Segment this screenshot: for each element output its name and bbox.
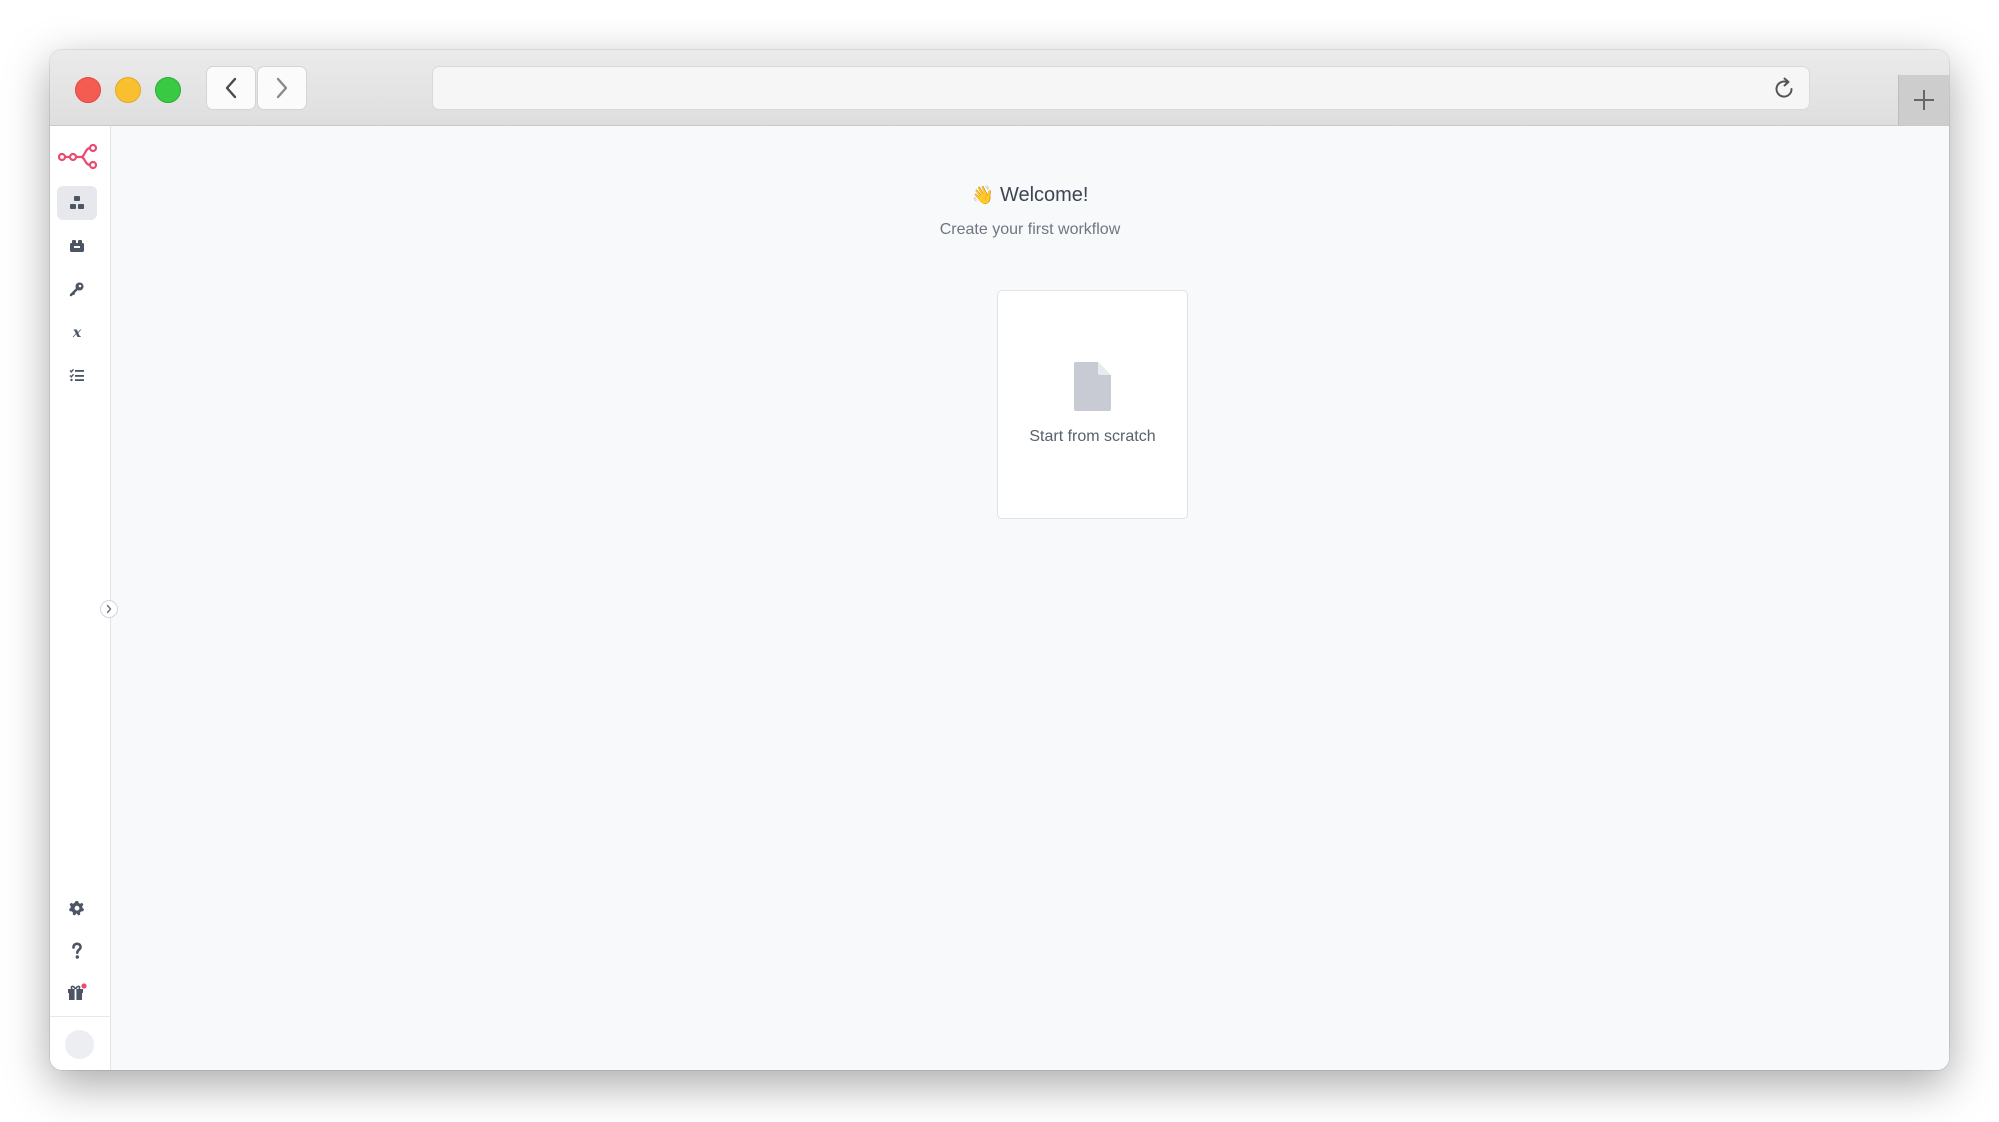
close-window-button[interactable]: [75, 77, 101, 103]
collapse-sidebar-button[interactable]: [100, 600, 118, 618]
avatar[interactable]: [65, 1030, 94, 1059]
forward-button[interactable]: [257, 66, 307, 110]
key-icon: [69, 282, 84, 297]
templates-icon: [70, 240, 84, 252]
svg-text:x: x: [72, 325, 82, 340]
start-from-scratch-label: Start from scratch: [1029, 428, 1156, 445]
sidebar-item-help[interactable]: [57, 934, 97, 968]
welcome-subtitle: Create your first workflow: [939, 221, 1121, 238]
list-check-icon: [69, 368, 84, 382]
chevron-right-icon: [276, 77, 288, 99]
sidebar-item-whats-new[interactable]: [57, 975, 97, 1009]
sidebar-divider: [50, 1016, 110, 1017]
gear-icon: [69, 901, 84, 916]
new-tab-button[interactable]: [1898, 75, 1949, 125]
browser-window: x 👋 Welcome! Create your first workflow …: [50, 50, 1949, 1070]
sidebar: x: [50, 126, 111, 1070]
sidebar-item-variables[interactable]: x: [57, 315, 97, 349]
gift-icon: [68, 983, 87, 1000]
sidebar-item-credentials[interactable]: [57, 272, 97, 306]
sidebar-item-settings[interactable]: [57, 891, 97, 925]
back-button[interactable]: [206, 66, 256, 110]
address-bar[interactable]: [432, 66, 1810, 110]
maximize-window-button[interactable]: [155, 77, 181, 103]
wave-emoji: 👋: [971, 185, 994, 205]
n8n-logo-icon[interactable]: [58, 143, 98, 169]
sidebar-item-workflows[interactable]: [57, 186, 97, 220]
welcome-title: Welcome!: [999, 184, 1089, 206]
variable-icon: x: [72, 325, 82, 340]
plus-icon: [1914, 90, 1934, 110]
welcome-heading: 👋 Welcome!: [111, 184, 1949, 207]
main-content: 👋 Welcome! Create your first workflow Sta…: [111, 126, 1949, 1070]
file-icon: [1074, 362, 1111, 411]
minimize-window-button[interactable]: [115, 77, 141, 103]
start-from-scratch-card[interactable]: Start from scratch: [997, 290, 1188, 519]
browser-toolbar: [50, 50, 1949, 126]
reload-icon[interactable]: [1771, 76, 1797, 102]
sidebar-item-executions[interactable]: [57, 358, 97, 392]
question-icon: [72, 942, 82, 959]
chevron-left-icon: [225, 77, 237, 99]
chevron-right-icon: [106, 604, 112, 614]
sidebar-item-templates[interactable]: [57, 229, 97, 263]
workflows-icon: [70, 196, 84, 209]
